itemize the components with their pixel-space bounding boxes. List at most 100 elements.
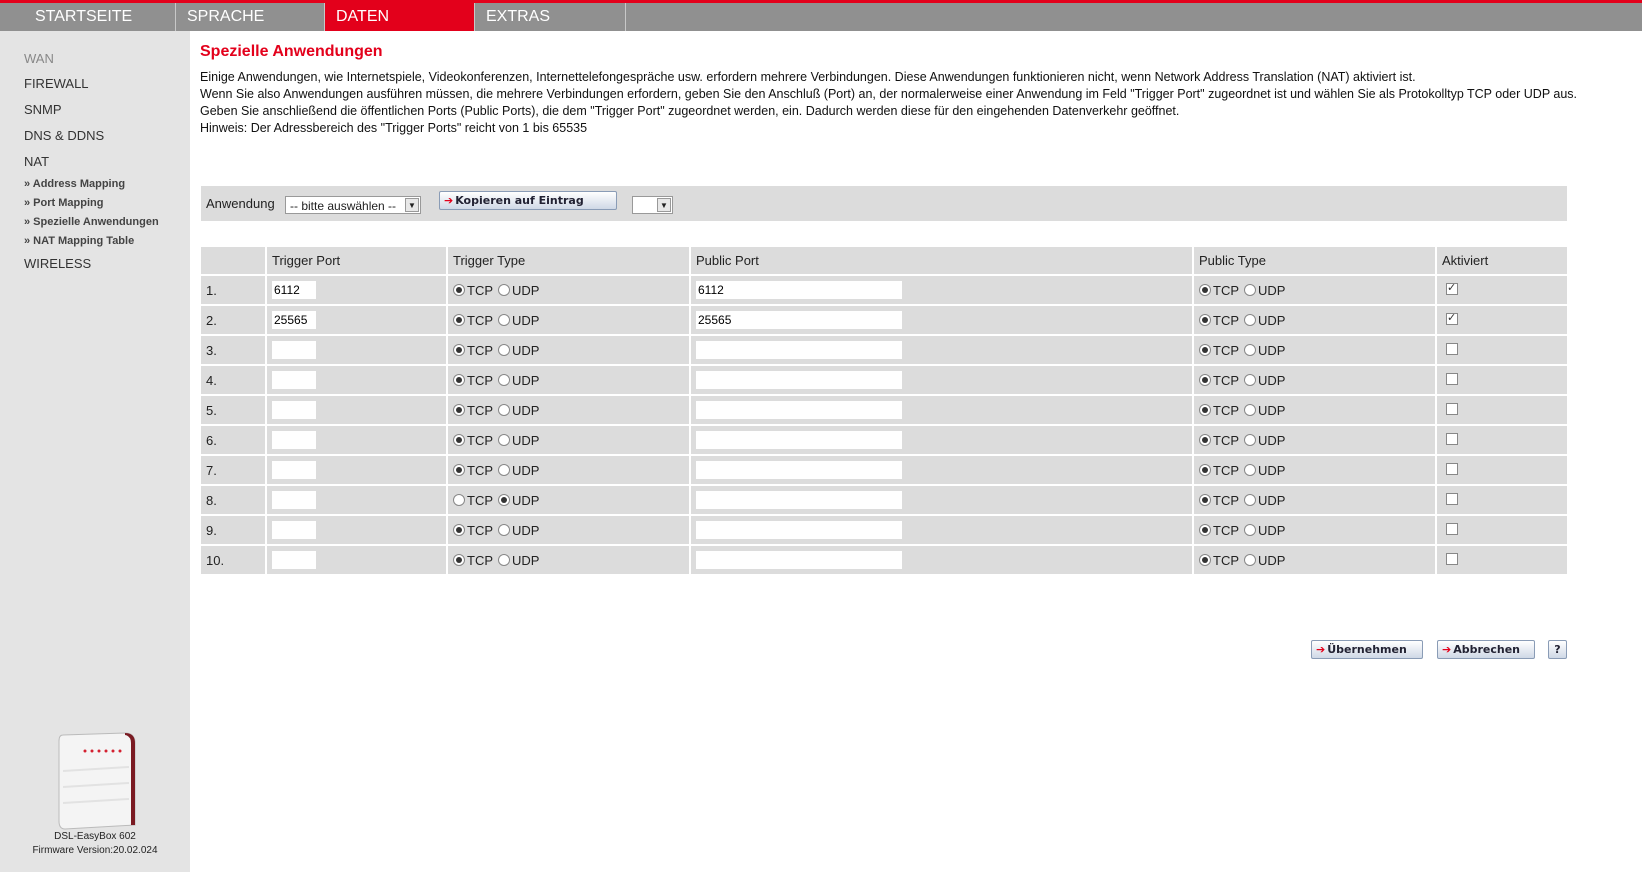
application-select[interactable]: -- bitte auswählen -- ▼ <box>285 196 421 214</box>
activated-checkbox[interactable] <box>1446 462 1458 475</box>
public-port-input[interactable] <box>696 341 902 359</box>
tcp-radio[interactable] <box>453 403 465 416</box>
trigger-port-input[interactable] <box>272 491 316 509</box>
udp-radio[interactable] <box>498 553 510 566</box>
sidebar-subitem-nat-mapping-table[interactable]: » NAT Mapping Table <box>24 235 134 247</box>
tcp-radio[interactable] <box>453 343 465 356</box>
udp-radio[interactable] <box>1244 433 1256 446</box>
public-port-input[interactable] <box>696 281 902 299</box>
trigger-port-cell <box>265 364 446 394</box>
tcp-radio[interactable] <box>453 283 465 296</box>
tcp-radio[interactable] <box>453 493 465 506</box>
activated-checkbox[interactable] <box>1446 522 1458 535</box>
public-port-input[interactable] <box>696 401 902 419</box>
tcp-label: TCP <box>467 522 493 538</box>
sidebar-subitem-port-mapping[interactable]: » Port Mapping <box>24 197 103 209</box>
trigger-port-input[interactable] <box>272 461 316 479</box>
tcp-radio[interactable] <box>1199 343 1211 356</box>
tcp-radio[interactable] <box>453 313 465 326</box>
trigger-port-input[interactable] <box>272 341 316 359</box>
udp-label: UDP <box>512 492 540 508</box>
activated-checkbox[interactable] <box>1446 402 1458 415</box>
copy-to-entry-button[interactable]: ➔ Kopieren auf Eintrag <box>439 191 617 210</box>
udp-radio[interactable] <box>498 313 510 326</box>
udp-radio[interactable] <box>1244 343 1256 356</box>
row-number: 2. <box>201 304 265 334</box>
udp-radio[interactable] <box>498 463 510 476</box>
public-port-input[interactable] <box>696 551 902 569</box>
sidebar-item-wan[interactable]: WAN <box>24 51 54 66</box>
sidebar-item-wireless[interactable]: WIRELESS <box>24 256 91 271</box>
udp-radio[interactable] <box>498 373 510 386</box>
public-port-input[interactable] <box>696 491 902 509</box>
firmware-version: Firmware Version:20.02.024 <box>32 845 158 856</box>
tab-sprache[interactable]: SPRACHE <box>176 3 325 31</box>
apply-button[interactable]: ➔ Übernehmen <box>1311 640 1423 659</box>
udp-radio[interactable] <box>1244 523 1256 536</box>
sidebar-subitem-spezielle-anwendungen[interactable]: » Spezielle Anwendungen <box>24 216 159 228</box>
udp-radio[interactable] <box>498 433 510 446</box>
tcp-radio[interactable] <box>1199 493 1211 506</box>
activated-checkbox[interactable] <box>1446 492 1458 505</box>
tcp-radio[interactable] <box>453 433 465 446</box>
tcp-radio[interactable] <box>1199 523 1211 536</box>
tcp-radio[interactable] <box>1199 553 1211 566</box>
udp-radio[interactable] <box>498 283 510 296</box>
udp-radio[interactable] <box>1244 313 1256 326</box>
tcp-radio[interactable] <box>1199 373 1211 386</box>
tab-extras[interactable]: EXTRAS <box>475 3 626 31</box>
trigger-port-input[interactable] <box>272 371 316 389</box>
activated-checkbox[interactable] <box>1446 432 1458 445</box>
tab-startseite[interactable]: STARTSEITE <box>24 3 176 31</box>
sidebar-subitem-address-mapping[interactable]: » Address Mapping <box>24 178 125 190</box>
udp-radio[interactable] <box>1244 463 1256 476</box>
public-port-input[interactable] <box>696 431 902 449</box>
entry-select[interactable]: ▼ <box>632 196 673 214</box>
trigger-port-cell <box>265 424 446 454</box>
sidebar-item-snmp[interactable]: SNMP <box>24 102 62 117</box>
tcp-radio[interactable] <box>1199 313 1211 326</box>
public-port-input[interactable] <box>696 371 902 389</box>
udp-radio[interactable] <box>498 523 510 536</box>
udp-radio[interactable] <box>1244 553 1256 566</box>
activated-checkbox[interactable] <box>1446 281 1458 295</box>
udp-radio[interactable] <box>1244 373 1256 386</box>
udp-radio[interactable] <box>1244 493 1256 506</box>
trigger-port-cell <box>265 514 446 544</box>
udp-radio[interactable] <box>498 403 510 416</box>
trigger-port-input[interactable] <box>272 431 316 449</box>
udp-radio[interactable] <box>498 343 510 356</box>
udp-radio[interactable] <box>1244 283 1256 296</box>
tcp-radio[interactable] <box>453 463 465 476</box>
tcp-radio[interactable] <box>1199 463 1211 476</box>
trigger-port-input[interactable] <box>272 311 316 329</box>
activated-checkbox[interactable] <box>1446 552 1458 565</box>
tcp-label: TCP <box>467 402 493 418</box>
trigger-port-input[interactable] <box>272 401 316 419</box>
public-port-input[interactable] <box>696 461 902 479</box>
tcp-radio[interactable] <box>453 373 465 386</box>
help-button[interactable]: ? <box>1548 640 1567 659</box>
tcp-radio[interactable] <box>1199 403 1211 416</box>
tcp-radio[interactable] <box>1199 283 1211 296</box>
public-port-input[interactable] <box>696 521 902 539</box>
udp-radio[interactable] <box>1244 403 1256 416</box>
activated-checkbox[interactable] <box>1446 311 1458 325</box>
sidebar-item-nat[interactable]: NAT <box>24 154 49 169</box>
public-port-input[interactable] <box>696 311 902 329</box>
activated-checkbox[interactable] <box>1446 372 1458 385</box>
tcp-radio[interactable] <box>453 523 465 536</box>
sidebar-item-dns-ddns[interactable]: DNS & DDNS <box>24 128 104 143</box>
tab-daten[interactable]: DATEN <box>325 3 475 31</box>
activated-cell <box>1435 334 1567 364</box>
trigger-port-input[interactable] <box>272 521 316 539</box>
udp-radio[interactable] <box>498 493 510 506</box>
trigger-port-input[interactable] <box>272 551 316 569</box>
trigger-port-input[interactable] <box>272 281 316 299</box>
activated-checkbox[interactable] <box>1446 342 1458 355</box>
trigger-type-cell: TCP UDP <box>446 514 689 544</box>
tcp-radio[interactable] <box>1199 433 1211 446</box>
cancel-button[interactable]: ➔ Abbrechen <box>1437 640 1535 659</box>
tcp-radio[interactable] <box>453 553 465 566</box>
sidebar-item-firewall[interactable]: FIREWALL <box>24 76 89 91</box>
